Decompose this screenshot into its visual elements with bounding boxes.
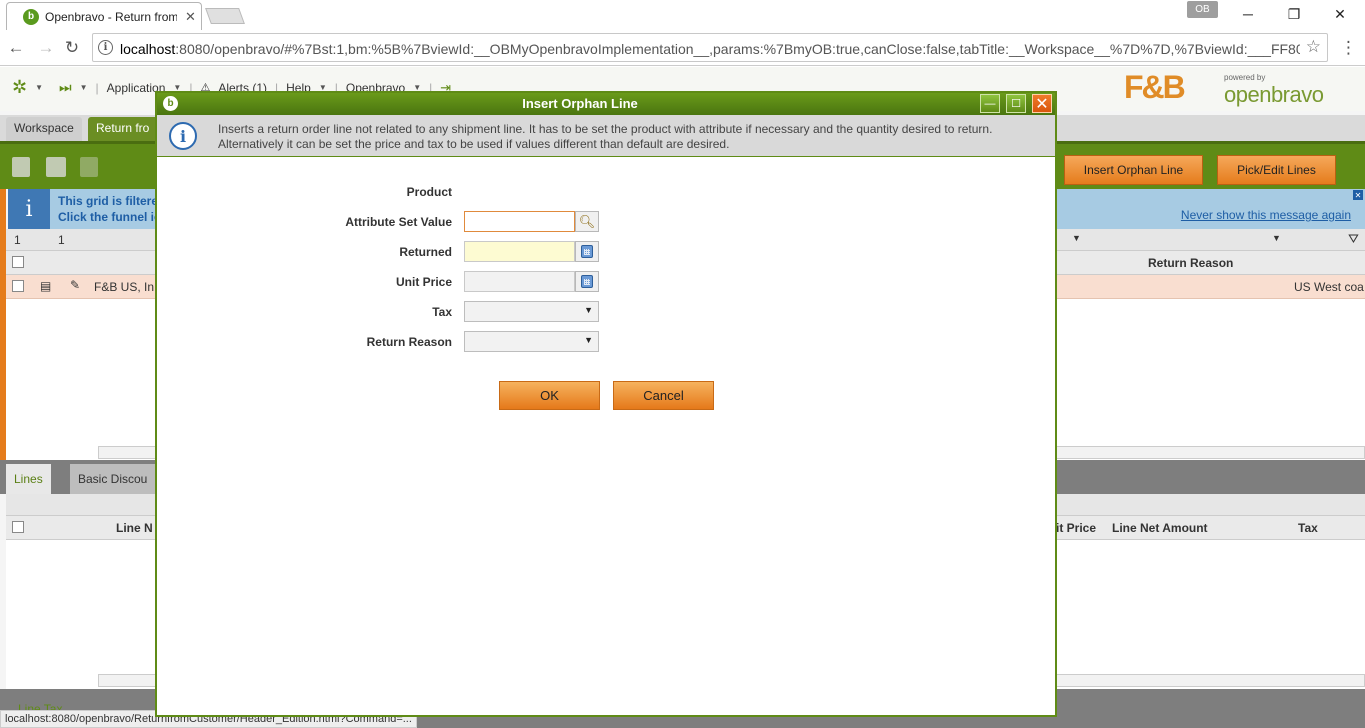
unit-price-calculator-button[interactable] — [575, 271, 599, 292]
maximize-dialog-button[interactable]: ☐ — [1006, 94, 1026, 113]
close-dialog-button[interactable]: ✕ — [1032, 94, 1052, 113]
close-window-button[interactable]: ✕ — [1329, 4, 1351, 24]
info-icon: i — [8, 189, 50, 229]
cell-region: US West coa — [1294, 280, 1364, 294]
select-all-checkbox[interactable] — [12, 256, 24, 268]
browser-tab[interactable]: b Openbravo - Return from ✕ — [6, 2, 202, 30]
info-message-line: This grid is filtere — [58, 194, 159, 208]
pick-edit-lines-button[interactable]: Pick/Edit Lines — [1217, 155, 1336, 185]
browser-toolbar: ← → ↻ i localhost:8080/openbravo/#%7Bst:… — [0, 30, 1365, 66]
tab-basic-discounts[interactable]: Basic Discou — [70, 464, 156, 494]
returned-calculator-button[interactable] — [575, 241, 599, 262]
dialog-help-text: Inserts a return order line not related … — [218, 122, 993, 151]
tab-lines[interactable]: Lines — [6, 464, 51, 494]
browser-menu-icon[interactable]: ⋮ — [1340, 38, 1357, 58]
tax-select[interactable]: ▼ — [464, 301, 599, 322]
info-message-text: This grid is filtere Click the funnel ic — [58, 193, 161, 225]
address-bar[interactable]: i localhost:8080/openbravo/#%7Bst:1,bm:%… — [92, 33, 1328, 62]
document-icon[interactable]: ▤ — [40, 279, 51, 293]
site-info-icon[interactable]: i — [98, 40, 113, 55]
ok-button[interactable]: OK — [499, 381, 600, 410]
browser-tab-title: Openbravo - Return from — [45, 9, 177, 24]
tab-return-from-customer[interactable]: Return fro — [88, 117, 158, 141]
chevron-down-icon[interactable]: ▼ — [1272, 233, 1281, 243]
openbravo-favicon-icon: b — [23, 8, 39, 25]
returned-label: Returned — [399, 245, 452, 259]
insert-orphan-line-dialog: b Insert Orphan Line — ☐ ✕ i Inserts a r… — [155, 91, 1057, 717]
funnel-icon[interactable]: ⛛ — [1348, 231, 1359, 247]
return-reason-label: Return Reason — [366, 335, 452, 349]
never-show-link[interactable]: Never show this message again — [1181, 208, 1351, 222]
column-unit-price[interactable]: it Price — [1056, 521, 1096, 535]
dialog-help-panel: i Inserts a return order line not relate… — [157, 115, 1055, 157]
url-text: localhost:8080/openbravo/#%7Bst:1,bm:%5B… — [120, 41, 1300, 57]
attribute-set-value-label: Attribute Set Value — [345, 215, 452, 229]
chevron-down-icon[interactable]: ▼ — [80, 83, 88, 92]
attribute-set-value-field[interactable] — [464, 211, 575, 232]
url-host: localhost — [120, 41, 176, 57]
new-tab-button[interactable] — [205, 8, 245, 24]
dropdown-arrow-icon: ▼ — [584, 305, 593, 315]
search-icon: 🔍︎ — [578, 213, 596, 229]
column-tax[interactable]: Tax — [1298, 521, 1318, 535]
calculator-icon — [581, 275, 593, 288]
column-line-net-amount[interactable]: Line Net Amount — [1112, 521, 1208, 535]
grid-count: 1 — [58, 233, 65, 247]
openbravo-logo: powered by openbravo — [1224, 73, 1324, 108]
company-logo: F&B — [1124, 69, 1186, 105]
menu-separator: | — [95, 80, 99, 95]
bookmark-star-icon[interactable]: ☆ — [1306, 37, 1321, 57]
unit-price-label: Unit Price — [395, 275, 452, 289]
unit-price-field[interactable] — [464, 271, 575, 292]
info-message-line: Click the funnel ic — [58, 210, 161, 224]
chevron-down-icon[interactable]: ▼ — [35, 83, 43, 92]
new-row-icon[interactable] — [46, 157, 66, 177]
chevron-down-icon[interactable]: ▼ — [1072, 233, 1081, 243]
dialog-titlebar[interactable]: b Insert Orphan Line — ☐ ✕ — [157, 93, 1055, 115]
close-tab-icon[interactable]: ✕ — [185, 9, 196, 25]
profile-badge[interactable]: OB — [1187, 1, 1218, 18]
restore-window-button[interactable]: ❐ — [1283, 4, 1305, 24]
returned-quantity-field[interactable] — [464, 241, 575, 262]
return-reason-select[interactable]: ▼ — [464, 331, 599, 352]
info-icon: i — [169, 122, 197, 150]
cell-organization: F&B US, In — [94, 280, 155, 294]
tab-workspace[interactable]: Workspace — [6, 117, 82, 141]
column-return-reason[interactable]: Return Reason — [1148, 256, 1233, 270]
insert-orphan-line-button[interactable]: Insert Orphan Line — [1064, 155, 1203, 185]
select-all-checkbox[interactable] — [12, 521, 24, 533]
fast-forward-icon[interactable]: ⏭ — [59, 79, 72, 96]
save-icon[interactable] — [80, 157, 98, 177]
dropdown-arrow-icon: ▼ — [584, 335, 593, 345]
reload-icon[interactable]: ↻ — [62, 38, 82, 58]
tax-label: Tax — [432, 305, 452, 319]
back-icon[interactable]: ← — [6, 38, 26, 58]
forward-icon[interactable]: → — [36, 38, 56, 58]
url-path: :8080/openbravo/#%7Bst:1,bm:%5B%7BviewId… — [175, 41, 1300, 57]
attribute-search-button[interactable]: 🔍︎ — [575, 211, 599, 232]
minimize-window-button[interactable]: ─ — [1237, 4, 1259, 24]
quick-launch-icon[interactable]: ✲ — [12, 77, 27, 98]
row-checkbox[interactable] — [12, 280, 24, 292]
product-label: Product — [406, 185, 452, 199]
close-message-icon[interactable]: ✕ — [1353, 190, 1363, 200]
new-document-icon[interactable] — [12, 157, 30, 177]
dialog-title: Insert Orphan Line — [522, 96, 638, 111]
logo-powered-by: powered by — [1224, 73, 1266, 82]
calculator-icon — [581, 245, 593, 258]
grid-count: 1 — [14, 233, 21, 247]
cancel-button[interactable]: Cancel — [613, 381, 714, 410]
minimize-dialog-button[interactable]: — — [980, 94, 1000, 113]
browser-tabstrip: b Openbravo - Return from ✕ OB ─ ❐ ✕ — [0, 0, 1365, 30]
logo-brand: openbravo — [1224, 82, 1324, 107]
column-line-no[interactable]: Line N — [116, 521, 153, 535]
pencil-icon[interactable]: ✎ — [70, 278, 80, 292]
